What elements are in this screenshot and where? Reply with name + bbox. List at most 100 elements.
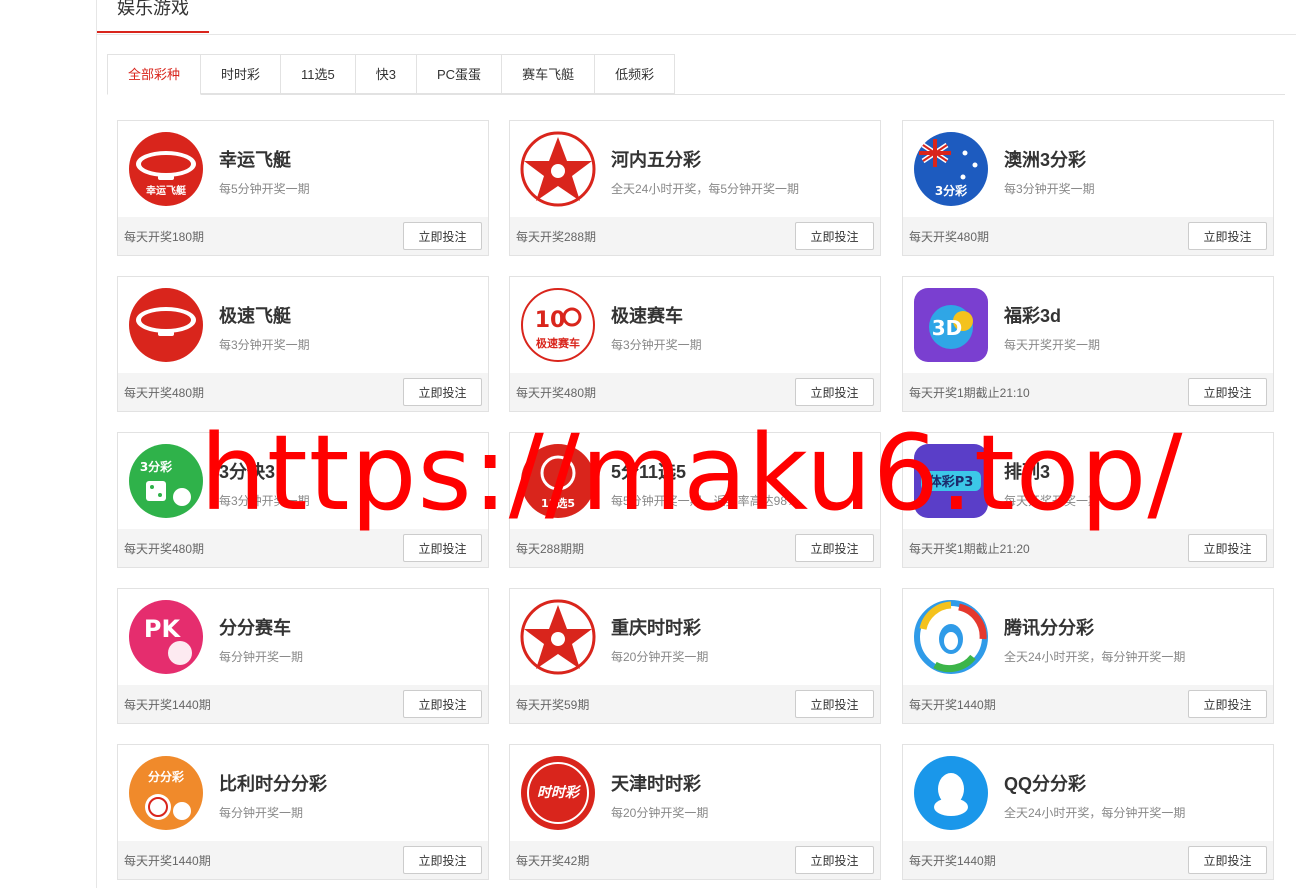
game-card[interactable]: 重庆时时彩 每20分钟开奖一期 每天开奖59期 立即投注 bbox=[509, 588, 881, 724]
game-name[interactable]: 极速赛车 bbox=[611, 302, 683, 328]
airship-icon[interactable]: 幸运飞艇 bbox=[128, 131, 204, 207]
bet-now-button[interactable]: 立即投注 bbox=[403, 690, 482, 718]
game-draw-frequency: 每天开奖开奖一期 bbox=[1004, 338, 1101, 352]
svg-text:3D: 3D bbox=[932, 316, 963, 340]
game-card-footer: 每天开奖480期 立即投注 bbox=[118, 373, 488, 411]
airship-icon[interactable] bbox=[128, 287, 204, 363]
svg-text:10: 10 bbox=[535, 308, 566, 333]
tabs-baseline bbox=[107, 94, 1285, 95]
pk10-icon[interactable]: PK bbox=[128, 599, 204, 675]
game-name[interactable]: 重庆时时彩 bbox=[611, 614, 701, 640]
daily-draw-count: 每天开奖1期截止21:20 bbox=[909, 542, 1030, 556]
svg-text:分分彩: 分分彩 bbox=[148, 769, 184, 784]
game-card[interactable]: QQ分分彩 全天24小时开奖，每分钟开奖一期 每天开奖1440期 立即投注 bbox=[902, 744, 1274, 880]
game-draw-frequency: 每3分钟开奖一期 bbox=[219, 338, 310, 352]
game-draw-frequency: 每3分钟开奖一期 bbox=[1004, 182, 1095, 196]
game-card[interactable]: 极速飞艇每3分钟开奖一期每天开奖480期 立即投注 bbox=[117, 276, 489, 412]
game-card[interactable]: 10 极速赛车 极速赛车 每3分钟开奖一期 每天开奖480期 立即投注 bbox=[509, 276, 881, 412]
bet-now-button[interactable]: 立即投注 bbox=[1188, 222, 1267, 250]
game-name[interactable]: 腾讯分分彩 bbox=[1004, 614, 1094, 640]
game-card[interactable]: 腾讯分分彩 全天24小时开奖，每分钟开奖一期 每天开奖1440期 立即投注 bbox=[902, 588, 1274, 724]
game-draw-frequency: 全天24小时开奖，每5分钟开奖一期 bbox=[611, 182, 800, 196]
game-name[interactable]: QQ分分彩 bbox=[1004, 770, 1086, 796]
game-name[interactable]: 天津时时彩 bbox=[611, 770, 701, 796]
bet-now-button[interactable]: 立即投注 bbox=[1188, 690, 1267, 718]
svg-text:极速赛车: 极速赛车 bbox=[536, 336, 580, 350]
section-title-underline bbox=[97, 31, 209, 33]
bet-now-button[interactable]: 立即投注 bbox=[1188, 378, 1267, 406]
url-watermark: https://maku6.top/ bbox=[200, 412, 1184, 534]
game-card[interactable]: 河内五分彩全天24小时开奖，每5分钟开奖一期每天开奖288期 立即投注 bbox=[509, 120, 881, 256]
left-gutter-divider bbox=[96, 0, 97, 888]
svg-text:PK: PK bbox=[144, 615, 182, 643]
section-title: 娱乐游戏 bbox=[117, 0, 189, 18]
daily-draw-count: 每天开奖480期 bbox=[124, 542, 205, 556]
game-card-footer: 每天开奖1440期 立即投注 bbox=[118, 685, 488, 723]
category-tabs: 全部彩种 时时彩 11选5 快3 PC蛋蛋 赛车飞艇 低频彩 bbox=[107, 54, 676, 95]
daily-draw-count: 每天开奖1期截止21:10 bbox=[909, 386, 1030, 400]
game-card[interactable]: 3D 福彩3d 每天开奖开奖一期每天开奖1期截止21:10 立即投注 bbox=[902, 276, 1274, 412]
bet-now-button[interactable]: 立即投注 bbox=[795, 378, 874, 406]
daily-draw-count: 每天开奖1440期 bbox=[909, 698, 996, 712]
game-name[interactable]: 幸运飞艇 bbox=[219, 146, 291, 172]
bet-now-button[interactable]: 立即投注 bbox=[1188, 534, 1267, 562]
tab-all[interactable]: 全部彩种 bbox=[107, 54, 202, 95]
game-draw-frequency: 每3分钟开奖一期 bbox=[611, 338, 702, 352]
tab-k3[interactable]: 快3 bbox=[355, 54, 417, 94]
bet-now-button[interactable]: 立即投注 bbox=[795, 534, 874, 562]
bet-now-button[interactable]: 立即投注 bbox=[403, 378, 482, 406]
game-draw-frequency: 每20分钟开奖一期 bbox=[611, 806, 709, 820]
tab-11x5[interactable]: 11选5 bbox=[281, 54, 356, 94]
svg-text:3分彩: 3分彩 bbox=[935, 183, 967, 198]
stopwatch-icon[interactable]: 分分彩 bbox=[128, 755, 204, 831]
game-draw-frequency: 每分钟开奖一期 bbox=[219, 806, 304, 820]
shishicai-icon[interactable]: 时时彩 bbox=[520, 755, 596, 831]
game-name[interactable]: 极速飞艇 bbox=[219, 302, 291, 328]
daily-draw-count: 每天开奖180期 bbox=[124, 230, 205, 244]
tab-low-frequency[interactable]: 低频彩 bbox=[595, 54, 676, 94]
game-name[interactable]: 河内五分彩 bbox=[611, 146, 701, 172]
bet-now-button[interactable]: 立即投注 bbox=[403, 222, 482, 250]
tab-racing[interactable]: 赛车飞艇 bbox=[502, 54, 596, 94]
fucai-3d-icon[interactable]: 3D bbox=[913, 287, 989, 363]
bet-now-button[interactable]: 立即投注 bbox=[795, 222, 874, 250]
racing-10-icon[interactable]: 10 极速赛车 bbox=[520, 287, 596, 363]
game-card-footer: 每天开奖1440期 立即投注 bbox=[903, 685, 1273, 723]
bet-now-button[interactable]: 立即投注 bbox=[403, 846, 482, 874]
game-card[interactable]: 3分彩 澳洲3分彩每3分钟开奖一期每天开奖480期 立即投注 bbox=[902, 120, 1274, 256]
game-draw-frequency: 每5分钟开奖一期 bbox=[219, 182, 310, 196]
game-card-footer: 每天开奖1440期 立即投注 bbox=[903, 841, 1273, 879]
bet-now-button[interactable]: 立即投注 bbox=[795, 846, 874, 874]
bet-now-button[interactable]: 立即投注 bbox=[403, 534, 482, 562]
star-logo-icon[interactable] bbox=[520, 131, 596, 207]
game-card-footer: 每天开奖480期 立即投注 bbox=[903, 217, 1273, 255]
bet-now-button[interactable]: 立即投注 bbox=[795, 690, 874, 718]
daily-draw-count: 每天开奖1440期 bbox=[124, 698, 211, 712]
game-card[interactable]: 幸运飞艇 幸运飞艇每5分钟开奖一期每天开奖180期 立即投注 bbox=[117, 120, 489, 256]
svg-text:时时彩: 时时彩 bbox=[537, 785, 582, 801]
game-card[interactable]: PK 分分赛车每分钟开奖一期每天开奖1440期 立即投注 bbox=[117, 588, 489, 724]
dice-icon[interactable]: 3分彩 bbox=[128, 443, 204, 519]
game-card-footer: 每天开奖288期 立即投注 bbox=[510, 217, 880, 255]
game-name[interactable]: 比利时分分彩 bbox=[219, 770, 327, 796]
game-draw-frequency: 每分钟开奖一期 bbox=[219, 650, 304, 664]
daily-draw-count: 每天开奖480期 bbox=[516, 386, 597, 400]
game-name[interactable]: 福彩3d bbox=[1004, 302, 1061, 328]
game-card[interactable]: 分分彩 比利时分分彩每分钟开奖一期每天开奖1440期 立即投注 bbox=[117, 744, 489, 880]
game-card-footer: 每天开奖1440期 立即投注 bbox=[118, 841, 488, 879]
daily-draw-count: 每天开奖59期 bbox=[516, 698, 590, 712]
bet-now-button[interactable]: 立即投注 bbox=[1188, 846, 1267, 874]
daily-draw-count: 每天开奖1440期 bbox=[124, 854, 211, 868]
tab-pc-dandan[interactable]: PC蛋蛋 bbox=[417, 54, 503, 94]
game-name[interactable]: 澳洲3分彩 bbox=[1004, 146, 1086, 172]
australia-flag-icon[interactable]: 3分彩 bbox=[913, 131, 989, 207]
tencent-icon[interactable] bbox=[913, 599, 989, 675]
tab-shishicai[interactable]: 时时彩 bbox=[201, 54, 282, 94]
game-name[interactable]: 分分赛车 bbox=[219, 614, 291, 640]
daily-draw-count: 每天开奖288期 bbox=[516, 230, 597, 244]
svg-text:3分彩: 3分彩 bbox=[140, 459, 172, 474]
game-card-footer: 每天开奖1期截止21:10 立即投注 bbox=[903, 373, 1273, 411]
qq-penguin-icon[interactable] bbox=[913, 755, 989, 831]
game-card[interactable]: 时时彩 天津时时彩 每20分钟开奖一期 每天开奖42期 立即投注 bbox=[509, 744, 881, 880]
star-logo-icon[interactable] bbox=[520, 599, 596, 675]
